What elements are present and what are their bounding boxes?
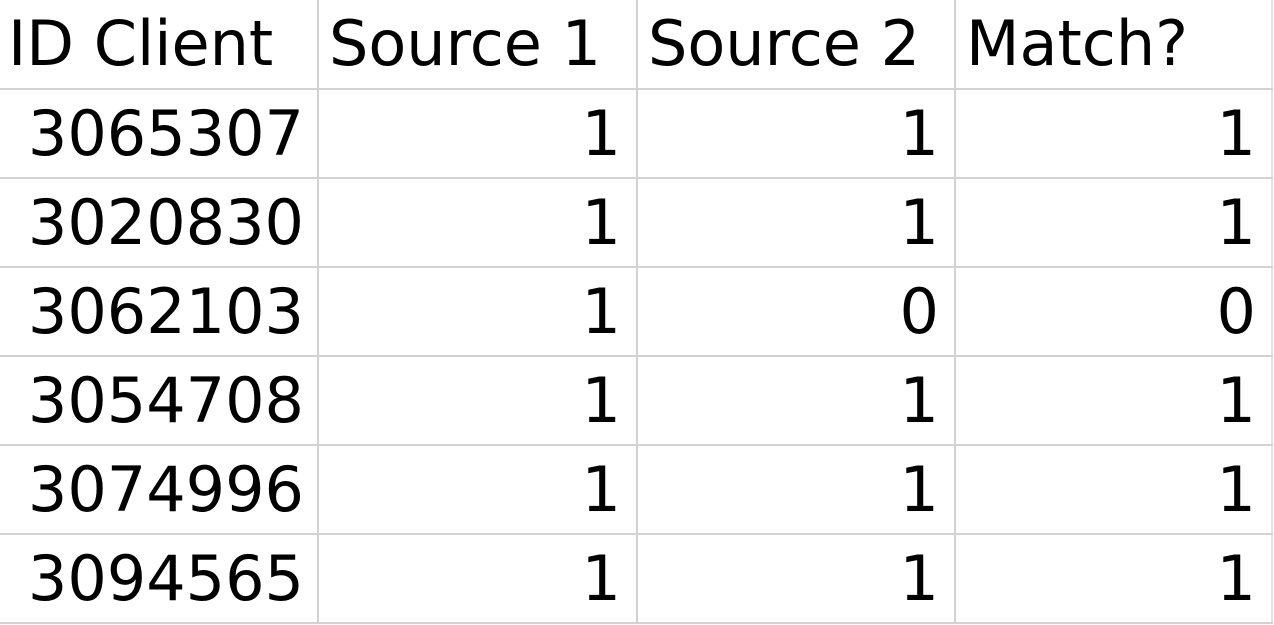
table-body: 3065307 1 1 1 3020830 1 1 1 3062103 1 0 … <box>0 89 1273 624</box>
cell-id-client: 3062103 <box>0 267 319 357</box>
cell-match: 1 <box>955 534 1273 624</box>
cell-source-1: 1 <box>318 534 638 624</box>
cell-source-2: 1 <box>637 178 956 268</box>
table-header: ID Client Source 1 Source 2 Match? <box>0 0 1273 90</box>
cell-match: 1 <box>955 89 1273 179</box>
cell-source-1: 1 <box>318 178 638 268</box>
cell-source-2: 1 <box>637 89 956 179</box>
cell-source-1: 1 <box>318 89 638 179</box>
cell-match: 1 <box>955 178 1273 268</box>
column-header-source-2: Source 2 <box>637 0 956 90</box>
cell-source-2: 1 <box>637 356 956 446</box>
table-row: 3074996 1 1 1 <box>0 445 1273 535</box>
header-row: ID Client Source 1 Source 2 Match? <box>0 0 1273 90</box>
client-source-match-table: ID Client Source 1 Source 2 Match? 30653… <box>0 0 1273 624</box>
table-row: 3062103 1 0 0 <box>0 267 1273 357</box>
cell-source-2: 1 <box>637 445 956 535</box>
table-row: 3094565 1 1 1 <box>0 534 1273 624</box>
column-header-match: Match? <box>955 0 1273 90</box>
cell-source-1: 1 <box>318 356 638 446</box>
cell-source-2: 1 <box>637 534 956 624</box>
cell-source-1: 1 <box>318 445 638 535</box>
cell-match: 1 <box>955 356 1273 446</box>
cell-match: 0 <box>955 267 1273 357</box>
table-row: 3054708 1 1 1 <box>0 356 1273 446</box>
cell-id-client: 3020830 <box>0 178 319 268</box>
column-header-id-client: ID Client <box>0 0 319 90</box>
column-header-source-1: Source 1 <box>318 0 638 90</box>
table-row: 3020830 1 1 1 <box>0 178 1273 268</box>
cell-source-1: 1 <box>318 267 638 357</box>
cell-match: 1 <box>955 445 1273 535</box>
table-row: 3065307 1 1 1 <box>0 89 1273 179</box>
cell-id-client: 3074996 <box>0 445 319 535</box>
cell-id-client: 3065307 <box>0 89 319 179</box>
cell-id-client: 3054708 <box>0 356 319 446</box>
cell-id-client: 3094565 <box>0 534 319 624</box>
cell-source-2: 0 <box>637 267 956 357</box>
